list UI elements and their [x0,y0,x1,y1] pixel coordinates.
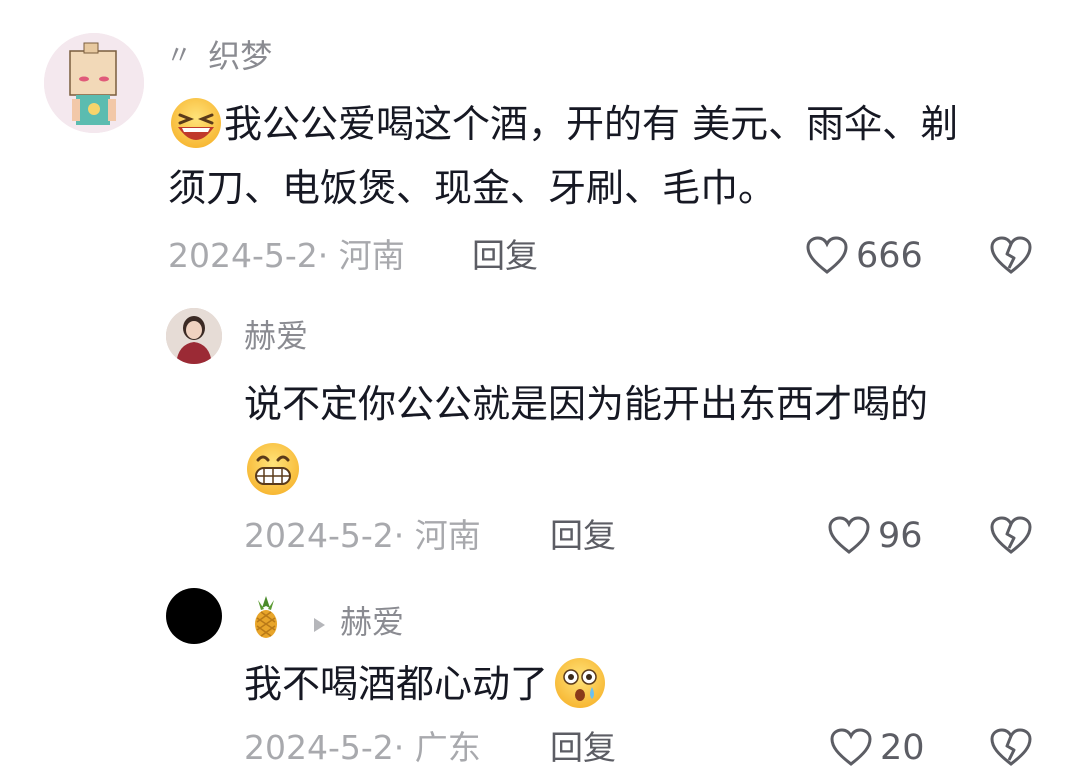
comment-text: 说不定你公公就是因为能开出东西才喝的 [244,374,1064,515]
astonished-face-icon [552,655,608,718]
avatar-photo [166,308,222,364]
comment-2: 赫爱 说不定你公公就是因为能开出东西才喝的 2024-5-2· 河南 回复 96 [0,290,1080,570]
reply-to-user[interactable]: 赫爱 [340,602,404,642]
comment-1: 〃 织梦 我公公爱喝这个酒，开的有 美元、雨伞、剃 须刀、电饭煲、现金、牙刷、毛… [0,0,1080,290]
avatar[interactable] [166,308,222,364]
like-count: 20 [880,728,925,768]
grinning-face-icon [244,440,302,515]
like-button[interactable]: 20 [830,728,925,768]
username-prefix: 〃 [166,41,193,71]
reply-button[interactable]: 回复 [472,236,538,276]
broken-heart-icon [990,236,1032,274]
like-count: 96 [878,516,923,556]
like-button[interactable]: 96 [828,516,923,556]
comment-text-line-1: 我公公爱喝这个酒，开的有 美元、雨伞、剃 [224,102,959,146]
laughing-face-icon [168,95,224,158]
reply-arrow-icon [312,602,326,642]
comment-meta: 2024-5-2· 河南 [168,236,405,275]
comment-text: 我不喝酒都心动了 [244,654,1064,718]
heart-icon [806,236,848,274]
avatar-illustration [44,33,144,133]
comment-text: 我公公爱喝这个酒，开的有 美元、雨伞、剃 须刀、电饭煲、现金、牙刷、毛巾。 [168,94,1048,218]
comment-text-line-1: 我不喝酒都心动了 [244,662,549,706]
dislike-button[interactable] [990,236,1032,280]
username[interactable]: 赫爱 [244,594,404,649]
comment-meta: 2024-5-2· 广东 [244,728,481,767]
reply-button[interactable]: 回复 [550,728,616,768]
dislike-button[interactable] [990,516,1032,560]
dislike-button[interactable] [990,728,1032,772]
avatar[interactable] [44,33,144,133]
username-text: 织梦 [208,37,273,75]
like-count: 666 [856,236,923,276]
like-button[interactable]: 666 [806,236,923,276]
reply-button[interactable]: 回复 [550,516,616,556]
broken-heart-icon [990,516,1032,554]
heart-icon [830,728,872,766]
heart-icon [828,516,870,554]
comment-3: 赫爱 我不喝酒都心动了 2024-5-2· 广东 回复 20 [0,570,1080,779]
username[interactable]: 赫爱 [244,316,308,356]
comment-text-line-2: 须刀、电饭煲、现金、牙刷、毛巾。 [168,166,777,210]
pineapple-icon [244,594,288,649]
broken-heart-icon [990,728,1032,766]
comment-meta: 2024-5-2· 河南 [244,516,481,555]
username[interactable]: 〃 织梦 [166,36,272,76]
comment-text-line-1: 说不定你公公就是因为能开出东西才喝的 [244,382,929,426]
avatar[interactable] [166,588,222,644]
